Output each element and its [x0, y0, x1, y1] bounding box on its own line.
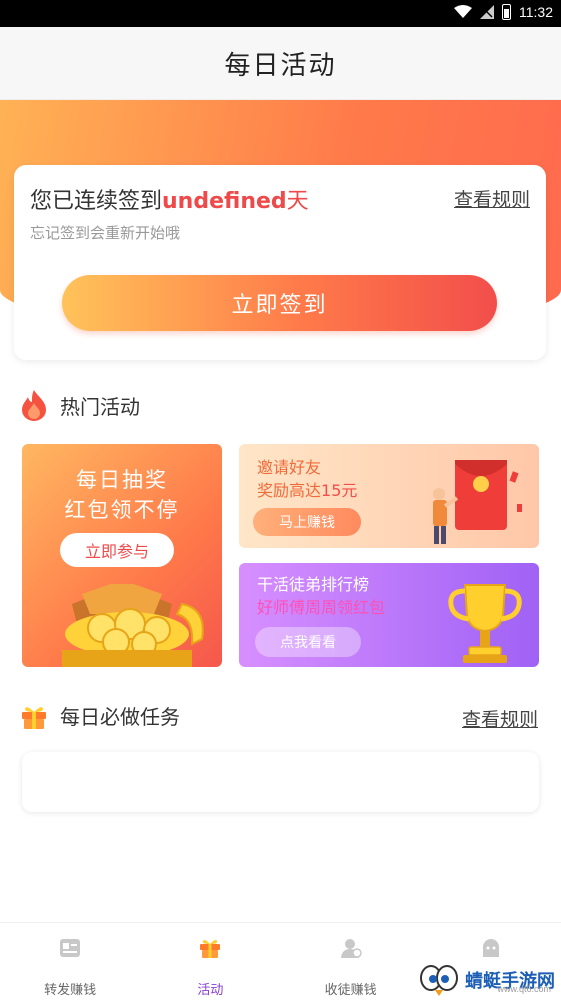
invite-reward-amount: 15元: [321, 481, 358, 500]
sign-in-rule-link[interactable]: 查看规则: [454, 185, 530, 212]
tab-label: 转发赚钱: [44, 983, 97, 998]
invite-reward-prefix: 奖励高达: [257, 481, 322, 500]
tab-label: 活动: [197, 983, 224, 998]
sign-in-card: 您已连续签到undefined天 查看规则 忘记签到会重新开始哦 立即签到: [14, 165, 546, 360]
flame-icon: [22, 390, 46, 421]
trophy-icon: [448, 584, 522, 663]
hot-activities-header: 热门活动: [20, 389, 140, 421]
daily-tasks-list: [22, 752, 539, 812]
lottery-card[interactable]: 每日抽奖 红包领不停 立即参与: [22, 444, 222, 667]
profile-icon: [482, 939, 499, 957]
invite-reward: 奖励高达15元: [257, 477, 357, 501]
daily-tasks-header: 每日必做任务: [20, 701, 180, 730]
tab-share-earn[interactable]: 转发赚钱: [0, 923, 140, 1002]
streak-value: undefined: [162, 189, 287, 214]
sign-in-button[interactable]: 立即签到: [62, 275, 497, 331]
invite-title: 邀请好友: [257, 458, 322, 477]
ranking-view-button[interactable]: 点我看看: [255, 627, 361, 657]
article-icon: [60, 939, 81, 957]
ranking-title: 干活徒弟排行榜: [257, 575, 370, 594]
tab-recruit-earn[interactable]: 收徒赚钱: [281, 923, 421, 1002]
status-time: 11:32: [519, 4, 553, 20]
streak-prefix: 您已连续签到: [30, 189, 163, 214]
tab-activities[interactable]: 活动: [140, 923, 280, 1002]
dragonfly-logo-icon: [420, 965, 458, 996]
battery-icon: [502, 4, 511, 20]
hot-activities-title: 热门活动: [60, 394, 140, 419]
invite-card[interactable]: 邀请好友 奖励高达15元 马上赚钱: [239, 444, 539, 548]
daily-tasks-title: 每日必做任务: [60, 705, 180, 729]
lottery-join-button[interactable]: 立即参与: [60, 533, 174, 567]
treasure-chest-icon: [62, 584, 204, 667]
invite-earn-button[interactable]: 马上赚钱: [253, 508, 361, 536]
watermark-url: www.qt6.com: [497, 984, 551, 994]
streak-unit: 天: [286, 189, 309, 214]
lottery-title: 每日抽奖: [76, 468, 168, 492]
daily-tasks-rule-link[interactable]: 查看规则: [462, 705, 538, 732]
streak-text: 您已连续签到undefined天: [30, 183, 309, 215]
status-bar: 11:32: [0, 0, 561, 27]
page-title: 每日活动: [224, 50, 337, 81]
ranking-card[interactable]: 干活徒弟排行榜 好师傅周周领红包 点我看看: [239, 563, 539, 667]
sign-in-hint: 忘记签到会重新开始哦: [30, 224, 181, 242]
wifi-icon: [454, 5, 472, 18]
gift-icon: [22, 706, 46, 729]
ranking-subtitle: 好师傅周周领红包: [257, 598, 386, 617]
signal-icon: [480, 5, 494, 19]
user-plus-icon: [340, 939, 362, 958]
gift-icon: [200, 939, 221, 958]
watermark: 蜻蜓手游网 www.qt6.com: [419, 962, 555, 998]
tab-label: 收徒赚钱: [324, 983, 377, 998]
navigation-bar: 每日活动: [0, 27, 561, 100]
lottery-subtitle: 红包领不停: [64, 498, 180, 522]
red-envelope-icon: [433, 460, 522, 544]
